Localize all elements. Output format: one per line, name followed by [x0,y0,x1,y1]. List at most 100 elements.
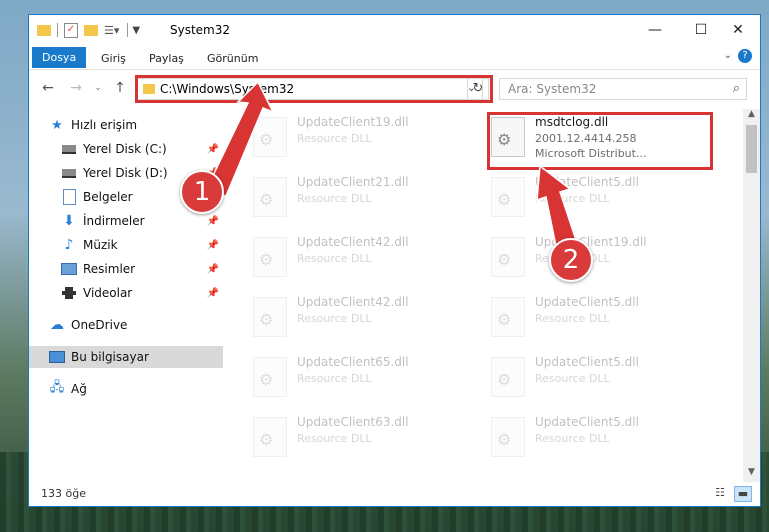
pictures-icon [61,261,77,277]
sidebar-item-label: İndirmeler [83,214,145,228]
pin-icon[interactable]: 📌 [207,288,219,299]
vertical-scrollbar[interactable]: ▲ ▼ [743,109,760,483]
pin-icon[interactable]: 📌 [207,240,219,251]
tab-share[interactable]: Paylaş [139,48,194,69]
folder-icon [37,24,51,36]
file-item[interactable]: ⚙ UpdateClient21.dll Resource DLL [247,173,477,221]
file-name: UpdateClient5.dll [535,415,639,429]
file-item[interactable]: ⚙ UpdateClient19.dll Resource DLL [485,233,715,281]
file-item[interactable]: ⚙ UpdateClient5.dll Resource DLL [485,293,715,341]
dll-file-icon: ⚙ [253,117,287,157]
download-icon: ⬇ [63,213,75,229]
navigation-pane: ★ Hızlı erişim Yerel Disk (C:) 📌 Yerel D… [29,109,225,481]
dll-file-icon: ⚙ [491,357,525,397]
file-item[interactable]: ⚙ UpdateClient42.dll Resource DLL [247,293,477,341]
new-folder-icon[interactable] [84,24,98,36]
sidebar-item-label: Yerel Disk (C:) [83,142,167,156]
file-item[interactable]: ⚙ UpdateClient5.dll Resource DLL [485,353,715,401]
search-input[interactable]: Ara: System32 ⌕ [499,78,747,100]
drive-icon [61,141,77,157]
search-placeholder: Ara: System32 [508,82,597,96]
search-icon: ⌕ [732,81,740,96]
sidebar-item-label: Yerel Disk (D:) [83,166,168,180]
videos-icon [61,285,77,301]
dll-file-icon: ⚙ [491,177,525,217]
sidebar-item-label: Belgeler [83,190,133,204]
file-type: Resource DLL [297,132,372,145]
file-item[interactable]: ⚙ UpdateClient42.dll Resource DLL [247,233,477,281]
sidebar-item-pictures[interactable]: Resimler 📌 [61,258,223,280]
expand-ribbon-icon[interactable]: ⌄ [724,50,732,61]
item-count: 133 öğe [41,487,86,500]
pin-icon[interactable]: 📌 [207,144,219,155]
file-name: UpdateClient63.dll [297,415,409,429]
file-name: UpdateClient5.dll [535,175,639,189]
file-type: Resource DLL [535,312,610,325]
help-icon[interactable]: ? [738,49,752,63]
scroll-down-icon[interactable]: ▼ [743,467,760,483]
tiles-view-icon[interactable]: ▬ [734,486,752,502]
forward-arrow-icon[interactable]: → [67,79,85,97]
dll-file-icon: ⚙ [253,357,287,397]
separator [57,23,58,37]
star-icon: ★ [51,117,63,133]
pin-icon[interactable]: 📌 [207,216,219,227]
file-type: Resource DLL [297,372,372,385]
close-button[interactable]: ✕ [715,15,761,45]
file-item[interactable]: ⚙ UpdateClient63.dll Resource DLL [247,413,477,461]
sidebar-item-disk-c[interactable]: Yerel Disk (C:) 📌 [61,138,223,160]
sidebar-item-label: OneDrive [71,318,128,332]
file-item[interactable]: ⚙ UpdateClient19.dll Resource DLL [247,113,477,161]
up-arrow-icon[interactable]: ↑ [111,79,129,97]
window-title: System32 [170,23,231,37]
properties-icon[interactable]: ✓ [64,22,78,38]
sidebar-item-this-pc[interactable]: Bu bilgisayar [29,346,223,368]
file-name: UpdateClient19.dll [297,115,409,129]
file-name: UpdateClient5.dll [535,295,639,309]
dll-file-icon: ⚙ [253,237,287,277]
tab-home[interactable]: Giriş [91,48,136,69]
pin-icon[interactable]: 📌 [207,264,219,275]
file-type: Resource DLL [535,432,610,445]
sidebar-item-label: Videolar [83,286,133,300]
annotation-badge-1: 1 [180,170,224,214]
dll-file-icon: ⚙ [253,417,287,457]
sidebar-item-label: Müzik [83,238,118,252]
scrollbar-thumb[interactable] [746,125,757,173]
scroll-up-icon[interactable]: ▲ [743,109,760,125]
separator [127,23,129,37]
file-type: Resource DLL [297,252,372,265]
recent-locations-icon[interactable]: ⌄ [89,79,107,97]
ribbon-tabs: Dosya Giriş Paylaş Görünüm ⌄ ? [29,45,760,70]
address-row: ← → ⌄ ↑ C:\Windows\System32 ⌄ ↻ Ara: Sys… [29,70,760,106]
file-name: UpdateClient42.dll [297,295,409,309]
sidebar-item-videos[interactable]: Videolar 📌 [61,282,223,304]
dll-file-icon: ⚙ [253,297,287,337]
back-arrow-icon[interactable]: ← [39,79,57,97]
file-item[interactable]: ⚙ UpdateClient5.dll Resource DLL [485,413,715,461]
drive-icon [61,165,77,181]
dropdown-arrow-icon[interactable]: ▼ [132,25,140,36]
minimize-button[interactable]: — [632,15,678,45]
dll-file-icon: ⚙ [491,237,525,277]
file-list: ⚙ UpdateClient19.dll Resource DLL ⚙ msdt… [247,109,737,481]
highlight-box-file [487,112,713,170]
tab-view[interactable]: Görünüm [197,48,268,69]
file-explorer-window: ✓ ☰▾ ▼ System32 — ☐ ✕ Dosya Giriş Paylaş… [28,14,761,507]
details-view-icon[interactable]: ☷ [712,486,728,500]
file-name: UpdateClient42.dll [297,235,409,249]
file-item[interactable]: ⚙ UpdateClient5.dll Resource DLL [485,173,715,221]
dll-file-icon: ⚙ [491,297,525,337]
sidebar-item-quick-access[interactable]: ★ Hızlı erişim [49,114,243,136]
network-icon: 🖧 [49,380,65,395]
customize-toolbar-icon[interactable]: ☰▾ [104,24,119,37]
annotation-badge-2: 2 [549,238,593,282]
sidebar-item-onedrive[interactable]: ☁ OneDrive [49,314,223,336]
sidebar-item-music[interactable]: ♪ Müzik 📌 [61,234,223,256]
sidebar-item-label: Hızlı erişim [71,118,138,132]
documents-icon [61,189,77,205]
sidebar-item-network[interactable]: 🖧 Ağ [49,378,223,400]
tab-file[interactable]: Dosya [32,47,87,68]
file-item[interactable]: ⚙ UpdateClient65.dll Resource DLL [247,353,477,401]
dll-file-icon: ⚙ [253,177,287,217]
